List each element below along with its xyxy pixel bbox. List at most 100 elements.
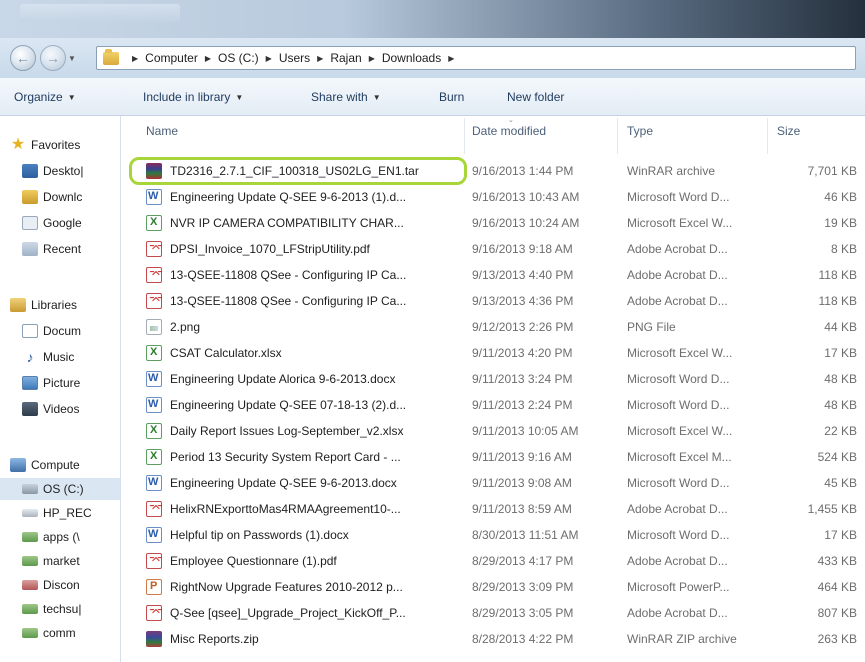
network-drive-icon bbox=[22, 556, 38, 566]
network-drive-icon bbox=[22, 604, 38, 614]
breadcrumb-os-c[interactable]: OS (C:) bbox=[218, 51, 259, 65]
file-row[interactable]: Q-See [qsee]_Upgrade_Project_KickOff_P..… bbox=[122, 602, 865, 624]
column-header-size[interactable]: Size bbox=[777, 124, 800, 138]
nav-item-pictures[interactable]: Picture bbox=[22, 372, 80, 394]
file-row[interactable]: DPSI_Invoice_1070_LFStripUtility.pdf 9/16… bbox=[122, 238, 865, 260]
file-row[interactable]: Daily Report Issues Log-September_v2.xls… bbox=[122, 420, 865, 442]
back-button[interactable]: ← bbox=[10, 45, 36, 71]
file-row[interactable]: Employee Questionnare (1).pdf 8/29/2013 4… bbox=[122, 550, 865, 572]
file-name: Helpful tip on Passwords (1).docx bbox=[170, 528, 349, 542]
documents-icon bbox=[22, 324, 38, 338]
recent-pages-dropdown-icon[interactable]: ▼ bbox=[68, 54, 76, 63]
file-date-modified: 8/30/2013 11:51 AM bbox=[472, 528, 579, 542]
nav-item-google[interactable]: Google bbox=[22, 212, 82, 234]
include-in-library-button[interactable]: Include in library ▼ bbox=[143, 90, 243, 104]
file-row[interactable]: CSAT Calculator.xlsx 9/11/2013 4:20 PM Mic… bbox=[122, 342, 865, 364]
breadcrumb-computer[interactable]: Computer bbox=[145, 51, 198, 65]
file-size: 524 KB bbox=[817, 450, 857, 464]
file-row[interactable]: Engineering Update Q-SEE 9-6-2013.docx 9/… bbox=[122, 472, 865, 494]
file-date-modified: 8/29/2013 3:09 PM bbox=[472, 580, 574, 594]
file-type: PNG File bbox=[627, 320, 676, 334]
nav-item-desktop[interactable]: Deskto| bbox=[22, 160, 83, 182]
breadcrumb-chevron-icon[interactable]: ▶ bbox=[369, 54, 375, 63]
include-in-library-label: Include in library bbox=[143, 90, 231, 104]
nav-favorites[interactable]: ★ Favorites bbox=[10, 134, 81, 156]
file-date-modified: 9/13/2013 4:40 PM bbox=[472, 268, 574, 282]
music-note-icon: ♪ bbox=[26, 349, 34, 365]
downloads-folder-icon bbox=[22, 190, 38, 204]
breadcrumb-chevron-icon[interactable]: ▶ bbox=[266, 54, 272, 63]
nav-item-recent[interactable]: Recent bbox=[22, 238, 81, 260]
file-row[interactable]: Engineering Update Q-SEE 07-18-13 (2).d.… bbox=[122, 394, 865, 416]
file-name: RightNow Upgrade Features 2010-2012 p... bbox=[170, 580, 403, 594]
breadcrumb-chevron-icon[interactable]: ▶ bbox=[205, 54, 211, 63]
new-folder-button[interactable]: New folder bbox=[507, 90, 564, 104]
file-row[interactable]: Helpful tip on Passwords (1).docx 8/30/20… bbox=[122, 524, 865, 546]
file-row[interactable]: TD2316_2.7.1_CIF_100318_US02LG_EN1.tar 9/… bbox=[122, 160, 865, 182]
nav-item-techsupport[interactable]: techsu| bbox=[22, 598, 81, 620]
file-size: 807 KB bbox=[817, 606, 857, 620]
nav-item-label: comm bbox=[43, 626, 76, 640]
column-divider[interactable] bbox=[617, 118, 618, 154]
nav-item-label: Picture bbox=[43, 376, 81, 390]
breadcrumb-rajan[interactable]: Rajan bbox=[330, 51, 361, 65]
file-row[interactable]: RightNow Upgrade Features 2010-2012 p...… bbox=[122, 576, 865, 598]
column-divider[interactable] bbox=[464, 118, 465, 154]
file-type: Adobe Acrobat D... bbox=[627, 554, 728, 568]
breadcrumb-chevron-icon[interactable]: ▶ bbox=[317, 54, 323, 63]
computer-icon bbox=[10, 458, 26, 472]
share-with-button[interactable]: Share with ▼ bbox=[311, 90, 381, 104]
nav-item-comm[interactable]: comm bbox=[22, 622, 76, 644]
file-row[interactable]: 2.png 9/12/2013 2:26 PM PNG File 44 KB bbox=[122, 316, 865, 338]
file-row[interactable]: HelixRNExporttoMas4RMAAgreement10-... 9/1… bbox=[122, 498, 865, 520]
forward-button[interactable]: → bbox=[40, 45, 66, 71]
file-date-modified: 9/11/2013 4:20 PM bbox=[472, 346, 573, 360]
nav-item-music[interactable]: ♪ Music bbox=[22, 346, 75, 368]
file-row[interactable]: NVR IP CAMERA COMPATIBILITY CHAR... 9/16/… bbox=[122, 212, 865, 234]
file-size: 118 KB bbox=[818, 268, 857, 282]
nav-item-label: OS (C:) bbox=[43, 482, 84, 496]
file-row[interactable]: Misc Reports.zip 8/28/2013 4:22 PM WinRAR … bbox=[122, 628, 865, 650]
file-date-modified: 9/16/2013 10:24 AM bbox=[472, 216, 580, 230]
breadcrumb-chevron-icon[interactable]: ▶ bbox=[132, 54, 138, 63]
column-header-date-modified[interactable]: Date modified bbox=[472, 124, 546, 138]
file-size: 22 KB bbox=[824, 424, 857, 438]
file-row[interactable]: Engineering Update Q-SEE 9-6-2013 (1).d.… bbox=[122, 186, 865, 208]
breadcrumb-chevron-icon[interactable]: ▶ bbox=[448, 54, 454, 63]
nav-item-downloads[interactable]: Downlc bbox=[22, 186, 82, 208]
nav-item-os-c[interactable]: OS (C:) bbox=[0, 478, 120, 500]
column-header-type[interactable]: Type bbox=[627, 124, 653, 138]
file-date-modified: 8/29/2013 3:05 PM bbox=[472, 606, 574, 620]
file-name: Employee Questionnare (1).pdf bbox=[170, 554, 337, 568]
address-bar[interactable]: ▶ Computer ▶ OS (C:) ▶ Users ▶ Rajan ▶ D… bbox=[96, 46, 856, 70]
burn-button[interactable]: Burn bbox=[439, 90, 464, 104]
breadcrumb-downloads[interactable]: Downloads bbox=[382, 51, 441, 65]
file-type: Microsoft Word D... bbox=[627, 372, 730, 386]
nav-item-videos[interactable]: Videos bbox=[22, 398, 79, 420]
nav-item-market[interactable]: market bbox=[22, 550, 80, 572]
word-icon bbox=[146, 527, 162, 543]
file-type: Microsoft Excel W... bbox=[627, 424, 733, 438]
column-header-name[interactable]: Name bbox=[146, 124, 178, 138]
file-row[interactable]: Engineering Update Alorica 9-6-2013.docx… bbox=[122, 368, 865, 390]
nav-computer[interactable]: Compute bbox=[10, 454, 80, 476]
nav-item-disconnected[interactable]: Discon bbox=[22, 574, 80, 596]
breadcrumb-users[interactable]: Users bbox=[279, 51, 310, 65]
organize-button[interactable]: Organize ▼ bbox=[14, 90, 76, 104]
file-row[interactable]: 13-QSEE-11808 QSee - Configuring IP Ca..… bbox=[122, 264, 865, 286]
file-type: Microsoft Excel W... bbox=[627, 216, 733, 230]
file-row[interactable]: 13-QSEE-11808 QSee - Configuring IP Ca..… bbox=[122, 290, 865, 312]
file-name: DPSI_Invoice_1070_LFStripUtility.pdf bbox=[170, 242, 370, 256]
file-size: 17 KB bbox=[824, 528, 857, 542]
file-date-modified: 9/11/2013 8:59 AM bbox=[472, 502, 572, 516]
column-divider[interactable] bbox=[767, 118, 768, 154]
google-drive-icon bbox=[22, 216, 38, 230]
libraries-icon bbox=[10, 298, 26, 312]
nav-libraries[interactable]: Libraries bbox=[10, 294, 77, 316]
nav-item-documents[interactable]: Docum bbox=[22, 320, 81, 342]
nav-item-hp-recovery[interactable]: HP_REC bbox=[22, 502, 92, 524]
file-row[interactable]: Period 13 Security System Report Card - … bbox=[122, 446, 865, 468]
nav-item-apps[interactable]: apps (\ bbox=[22, 526, 80, 548]
navigation-pane: ★ Favorites Deskto| Downlc Google Recent… bbox=[0, 116, 121, 662]
command-toolbar: Organize ▼ Include in library ▼ Share wi… bbox=[0, 78, 865, 116]
